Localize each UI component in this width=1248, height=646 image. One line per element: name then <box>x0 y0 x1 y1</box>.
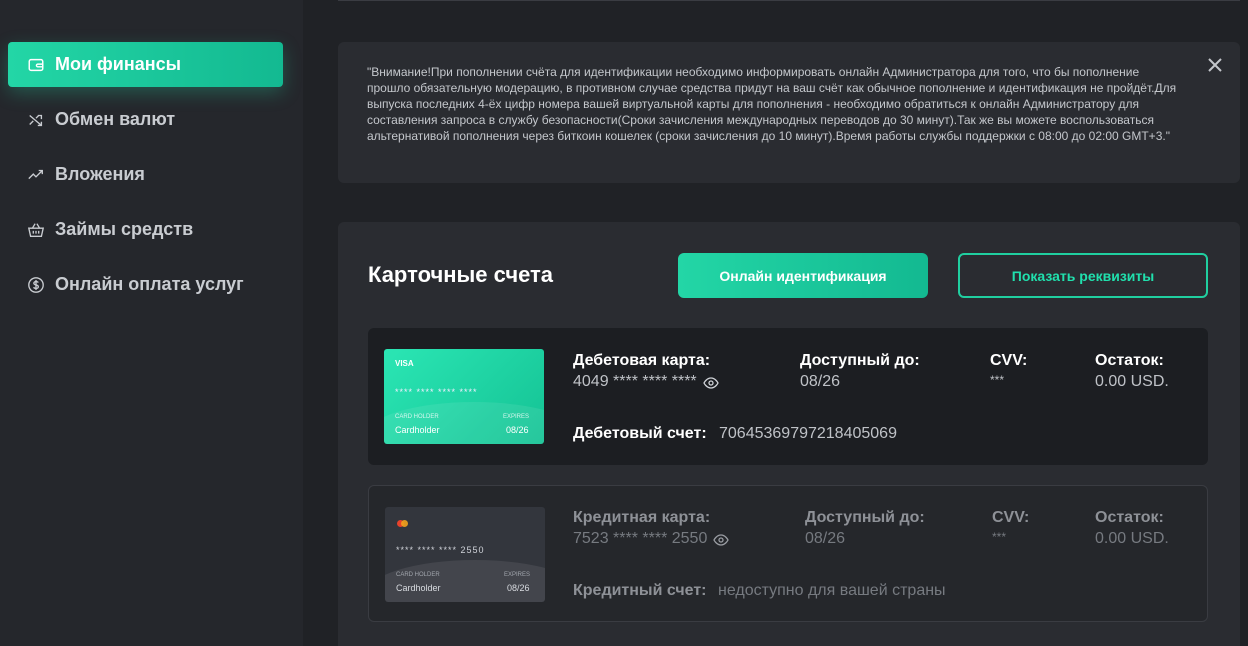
credit-card-image: **** **** **** 2550 CARD HOLDER EXPIRES … <box>385 507 545 602</box>
account-label: Дебетовый счет: <box>573 425 707 442</box>
sidebar-item-label: Обмен валют <box>55 109 176 129</box>
close-icon[interactable] <box>1206 56 1224 74</box>
online-identification-button[interactable]: Онлайн идентификация <box>678 253 928 298</box>
show-details-button[interactable]: Показать реквизиты <box>958 253 1208 298</box>
notice-alert: "Внимание!При пополнении счёта для идент… <box>338 42 1240 183</box>
sidebar-item-label: Мои финансы <box>55 54 182 74</box>
balance-value: 0.00 USD. <box>1095 530 1169 547</box>
card-holder-name: Cardholder <box>395 425 440 435</box>
card-expires-label: EXPIRES <box>503 414 530 420</box>
notice-text: "Внимание!При пополнении счёта для идент… <box>367 65 1177 143</box>
card-accounts-panel: Карточные счета Онлайн идентификация Пок… <box>338 222 1240 646</box>
balance-value: 0.00 USD. <box>1095 373 1169 390</box>
section-title: Карточные счета <box>368 262 554 287</box>
cvv-label: CVV: <box>992 509 1030 526</box>
account-label: Кредитный счет: <box>573 582 707 599</box>
account-row-debit: VISA **** **** **** **** CARD HOLDER EXP… <box>368 328 1208 465</box>
valid-until-label: Доступный до: <box>800 352 920 369</box>
card-number: **** **** **** 2550 <box>396 545 485 555</box>
card-number-value: 7523 **** **** 2550 <box>573 530 730 548</box>
mastercard-logo <box>397 520 409 528</box>
eye-icon[interactable] <box>713 533 730 546</box>
card-type-label: Кредитная карта: <box>573 509 711 526</box>
sidebar-item-currency-exchange[interactable]: Обмен валют <box>8 97 283 142</box>
valid-until-value: 08/26 <box>805 530 846 547</box>
cvv-value: *** <box>992 530 1007 544</box>
sidebar-item-online-payment[interactable]: Онлайн оплата услуг <box>8 262 283 307</box>
visa-logo: VISA <box>395 359 414 368</box>
account-number: 7064536979721840506​9 <box>719 425 897 442</box>
sidebar-item-my-finances[interactable]: Мои финансы <box>8 42 283 87</box>
card-holder-label: CARD HOLDER <box>396 572 440 578</box>
sidebar-item-label: Займы средств <box>55 219 194 239</box>
card-number: **** **** **** **** <box>395 387 478 397</box>
cvv-value: *** <box>990 373 1005 387</box>
cvv-label: CVV: <box>990 352 1028 369</box>
sidebar-item-label: Онлайн оплата услуг <box>55 274 244 294</box>
card-expiry: 08/26 <box>506 425 529 435</box>
basket-icon <box>26 220 46 240</box>
card-holder-label: CARD HOLDER <box>395 414 439 420</box>
balance-label: Остаток: <box>1095 509 1164 526</box>
valid-until-value: 08/26 <box>800 373 841 390</box>
card-number-value: 4049 **** **** **** <box>573 373 719 391</box>
account-row-credit: **** **** **** 2550 CARD HOLDER EXPIRES … <box>368 485 1208 622</box>
shuffle-icon <box>26 110 46 130</box>
debit-card-image: VISA **** **** **** **** CARD HOLDER EXP… <box>384 349 544 444</box>
sidebar-item-investments[interactable]: Вложения <box>8 152 283 197</box>
wallet-icon <box>26 55 46 75</box>
sidebar: Мои финансы Обмен валют Вложения Займы с… <box>0 0 303 646</box>
card-expiry: 08/26 <box>507 583 530 593</box>
sidebar-item-loans[interactable]: Займы средств <box>8 207 283 252</box>
card-holder-name: Cardholder <box>396 583 441 593</box>
card-type-label: Дебетовая карта: <box>573 352 711 369</box>
sidebar-item-label: Вложения <box>55 164 145 184</box>
trending-up-icon <box>26 165 46 185</box>
eye-icon[interactable] <box>702 376 719 389</box>
header-divider <box>338 0 1240 1</box>
account-number: недоступно для вашей страны <box>718 582 946 599</box>
balance-label: Остаток: <box>1095 352 1164 369</box>
valid-until-label: Доступный до: <box>805 509 925 526</box>
card-expires-label: EXPIRES <box>504 572 531 578</box>
dollar-circle-icon <box>26 275 46 295</box>
